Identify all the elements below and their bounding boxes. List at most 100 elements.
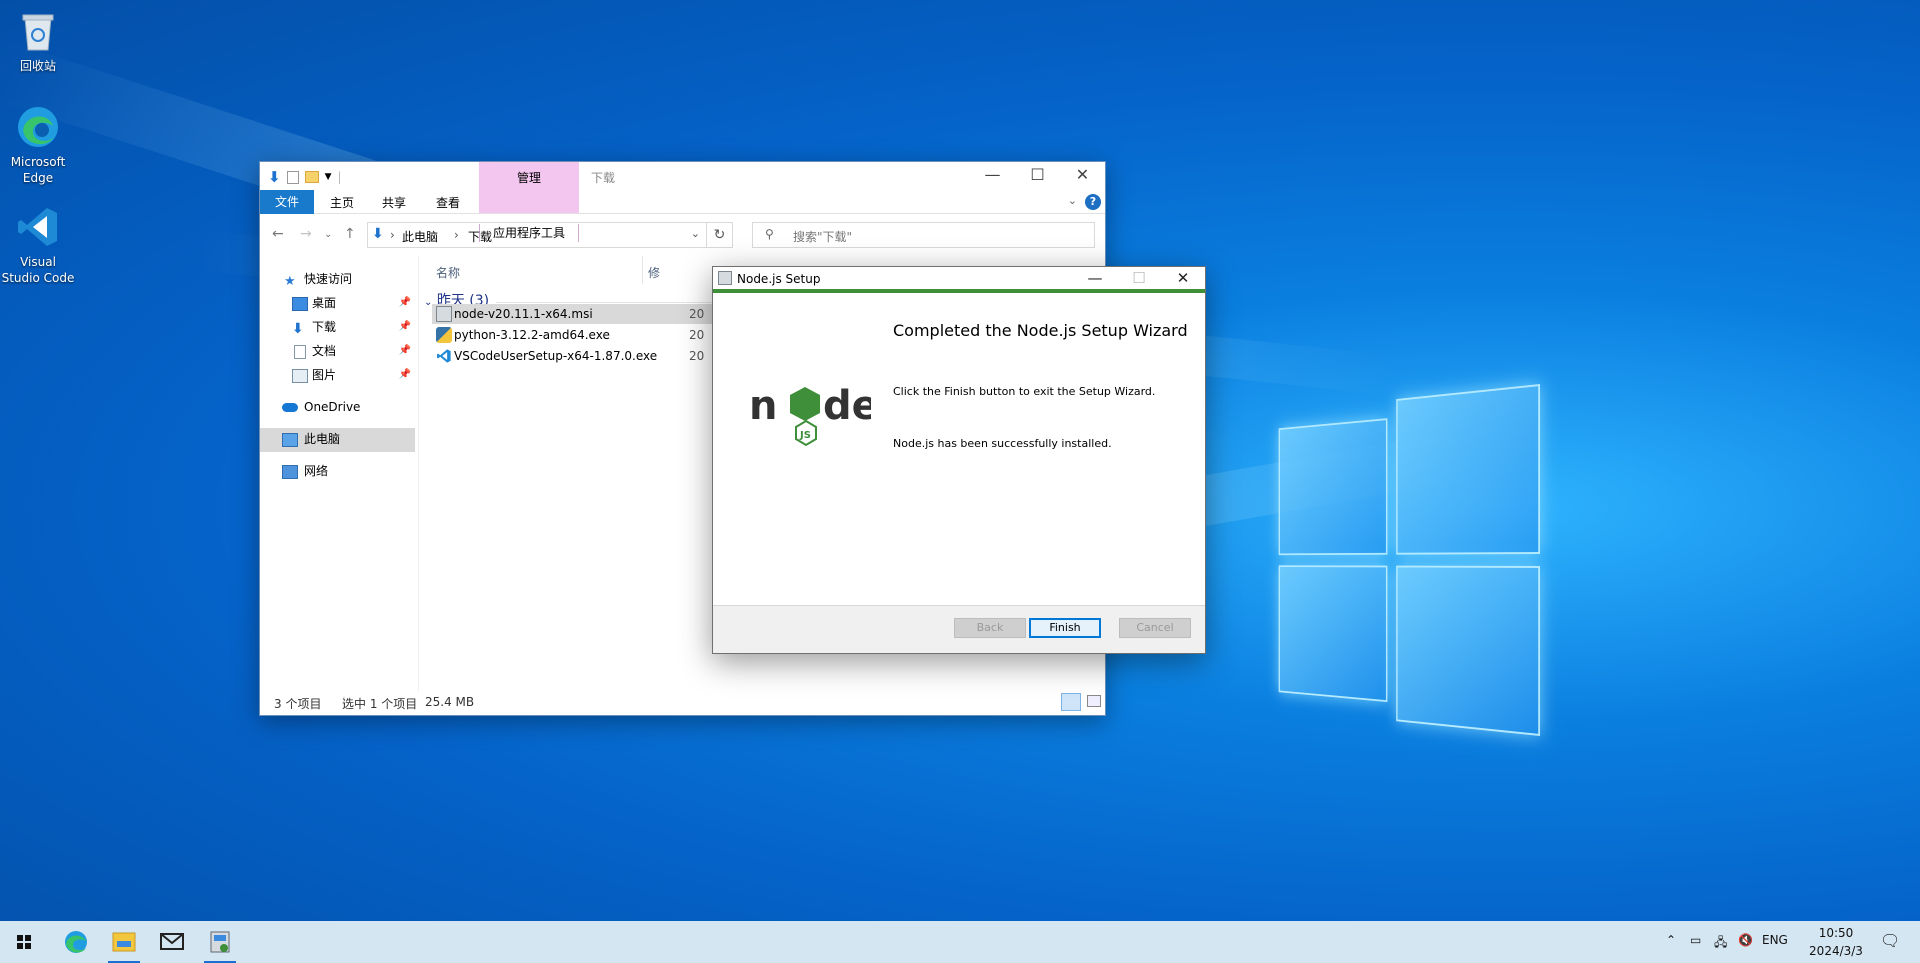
show-hidden-icons-chevron-icon[interactable]: ⌃ (1666, 933, 1676, 947)
column-divider[interactable] (642, 256, 643, 284)
file-date: 20 (689, 328, 705, 342)
taskbar-setup[interactable] (196, 921, 244, 963)
desktop-icon-recycle-bin[interactable]: 回收站 (0, 8, 76, 74)
folder-icon (112, 932, 136, 952)
back-arrow-icon[interactable]: ← (272, 226, 284, 242)
setup-heading: Completed the Node.js Setup Wizard (893, 321, 1188, 340)
details-view-icon[interactable] (1061, 693, 1081, 711)
windows-start-icon (17, 935, 31, 949)
qat-separator: | (337, 170, 342, 184)
maximize-button[interactable]: ☐ (1015, 162, 1060, 190)
menu-file[interactable]: 文件 (260, 190, 314, 214)
address-bar[interactable]: ⬇ › 此电脑 › 下载 ⌄ (367, 222, 707, 248)
star-icon: ★ (284, 274, 296, 289)
ribbon-expand-chevron-icon[interactable]: ⌄ (1068, 194, 1077, 207)
new-folder-icon[interactable] (304, 171, 319, 183)
svg-text:n: n (749, 383, 777, 429)
desktop-icon-label: 回收站 (19, 59, 56, 73)
file-name: node-v20.11.1-x64.msi (454, 307, 593, 321)
status-selected: 选中 1 个项目 (342, 697, 418, 711)
desktop-icon-label: Microsoft Edge (10, 155, 66, 185)
help-icon[interactable]: ? (1085, 194, 1101, 210)
nav-this-pc[interactable]: 此电脑 (260, 428, 415, 452)
explorer-titlebar: ⬇ ▼ | 管理 下载 — ☐ ✕ (260, 162, 1105, 214)
file-date: 20 (689, 349, 705, 363)
column-name[interactable]: 名称 (436, 264, 460, 281)
minimize-button[interactable]: — (970, 162, 1015, 190)
pin-icon[interactable]: 📌 (399, 340, 411, 362)
pin-icon[interactable]: 📌 (399, 292, 411, 314)
forward-arrow-icon[interactable]: → (300, 226, 312, 242)
setup-footer: Back Finish Cancel (713, 605, 1205, 653)
picture-icon (292, 369, 308, 383)
python-installer-icon (436, 327, 452, 343)
battery-icon[interactable]: ▭ (1690, 933, 1701, 947)
desktop-icon-label: Visual Studio Code (1, 255, 75, 285)
nav-quick-access[interactable]: ★ 快速访问 (260, 268, 415, 292)
search-input[interactable]: ⚲ 搜索"下载" (752, 222, 1095, 248)
computer-icon (282, 433, 298, 447)
pin-icon[interactable]: 📌 (399, 364, 411, 386)
nav-onedrive[interactable]: OneDrive (260, 396, 415, 420)
taskbar-edge[interactable] (52, 921, 100, 963)
installer-icon (210, 931, 230, 953)
large-icons-view-icon[interactable] (1087, 695, 1101, 707)
recent-locations-chevron-icon[interactable]: ⌄ (324, 229, 332, 240)
close-button[interactable]: ✕ (1161, 267, 1205, 289)
nav-label: 桌面 (312, 296, 337, 310)
menu-share[interactable]: 共享 (382, 194, 406, 211)
up-arrow-icon[interactable]: ↑ (344, 226, 356, 242)
nav-downloads[interactable]: ⬇ 下载 📌 (260, 316, 415, 340)
volume-muted-icon[interactable]: 🔇 (1738, 933, 1753, 947)
finish-button[interactable]: Finish (1029, 618, 1101, 638)
windows-logo-wallpaper (1278, 384, 1540, 739)
menu-view[interactable]: 查看 (436, 194, 460, 211)
menu-home[interactable]: 主页 (330, 194, 354, 211)
setup-titlebar: Node.js Setup — ☐ ✕ (713, 267, 1205, 293)
nav-label: OneDrive (304, 400, 361, 414)
installer-icon (718, 271, 732, 285)
nav-desktop[interactable]: 桌面 📌 (260, 292, 415, 316)
desktop-icon-edge[interactable]: Microsoft Edge (0, 104, 76, 186)
recycle-bin-icon (15, 8, 61, 54)
close-button[interactable]: ✕ (1060, 162, 1105, 190)
address-row: ← → ⌄ ↑ ⬇ › 此电脑 › 下载 ⌄ ↻ ⚲ 搜索"下载" (260, 214, 1105, 254)
nav-documents[interactable]: 文档 📌 (260, 340, 415, 364)
nav-network[interactable]: 网络 (260, 460, 415, 484)
address-dropdown-chevron-icon[interactable]: ⌄ (691, 227, 700, 240)
clock-date[interactable]: 2024/3/3 (1802, 944, 1870, 958)
desktop-icon-vscode[interactable]: Visual Studio Code (0, 204, 76, 286)
nav-pictures[interactable]: 图片 📌 (260, 364, 415, 388)
cancel-button[interactable]: Cancel (1119, 618, 1191, 638)
network-icon[interactable]: 🖧 (1714, 933, 1727, 954)
start-button[interactable] (0, 921, 48, 963)
download-arrow-icon: ⬇ (292, 321, 304, 337)
clock-time[interactable]: 10:50 (1808, 926, 1864, 940)
notifications-icon[interactable]: 🗨 (1880, 931, 1900, 950)
window-title: 下载 (591, 171, 616, 185)
setup-message-success: Node.js has been successfully installed. (893, 437, 1112, 450)
breadcrumb-this-pc[interactable]: 此电脑 (402, 228, 438, 245)
input-language[interactable]: ENG (1762, 933, 1788, 947)
back-button[interactable]: Back (954, 618, 1026, 638)
breadcrumb-separator: › (454, 228, 459, 242)
edge-icon (15, 104, 61, 150)
edge-icon (65, 931, 87, 953)
chevron-down-icon[interactable]: ▼ (325, 172, 332, 182)
minimize-button[interactable]: — (1073, 267, 1117, 289)
column-modified[interactable]: 修 (648, 264, 660, 281)
properties-icon[interactable] (286, 170, 299, 184)
nav-label: 下载 (312, 320, 337, 334)
taskbar-file-explorer[interactable] (100, 921, 148, 963)
navigation-pane: ★ 快速访问 桌面 📌 ⬇ 下载 📌 文档 📌 图片 📌 OneDrive 此电… (260, 256, 419, 691)
refresh-icon[interactable]: ↻ (707, 222, 733, 248)
maximize-button[interactable]: ☐ (1117, 267, 1161, 289)
pin-icon[interactable]: 📌 (399, 316, 411, 338)
file-date: 20 (689, 307, 705, 321)
taskbar-mail[interactable] (148, 921, 196, 963)
ribbon-menubar: 文件 主页 共享 查看 应用程序工具 ⌄ ? (260, 190, 1105, 242)
breadcrumb-downloads[interactable]: 下载 (468, 228, 492, 245)
manage-tab[interactable]: 管理 (479, 169, 579, 186)
nav-label: 快速访问 (304, 272, 353, 286)
quick-access-toolbar: ⬇ ▼ | (268, 168, 342, 186)
